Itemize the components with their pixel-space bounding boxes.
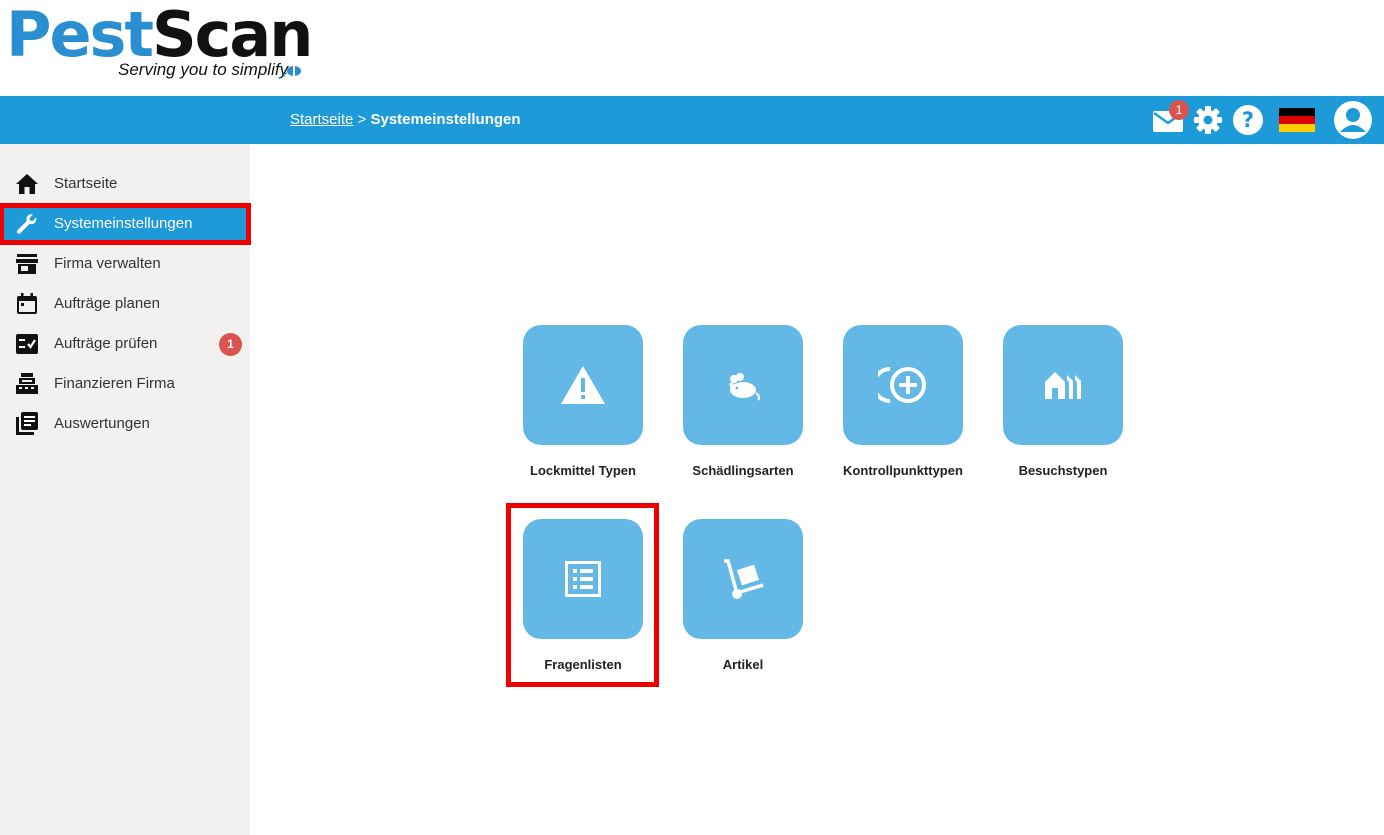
calendar-icon (14, 292, 40, 316)
logo-tagline: Serving you to simplify (118, 60, 289, 79)
logo-bug-icon (283, 66, 301, 78)
tile-icon-box (523, 519, 643, 639)
hand-truck-icon (724, 559, 764, 599)
help-icon: ? (1233, 105, 1263, 135)
user-avatar-icon (1334, 101, 1372, 139)
sidebar-item-startseite[interactable]: Startseite (0, 164, 250, 204)
sidebar-item-auftraege-planen[interactable]: Aufträge planen (0, 284, 250, 324)
sidebar-item-firma-verwalten[interactable]: Firma verwalten (0, 244, 250, 284)
sidebar-item-finanzieren-firma[interactable]: Finanzieren Firma (0, 364, 250, 404)
user-menu-button[interactable] (1330, 96, 1376, 144)
mouse-icon (729, 373, 761, 401)
tile-label: Artikel (722, 657, 764, 672)
logo-wordmark: PestScan (6, 2, 313, 68)
tile-icon-box (1003, 325, 1123, 445)
houses-icon (1045, 372, 1081, 399)
mail-badge: 1 (1169, 100, 1189, 120)
cash-register-icon (14, 372, 40, 396)
sidebar: Startseite Systemeinstellungen Firma ver… (0, 144, 251, 835)
warning-icon (561, 366, 605, 404)
tile-label: Besuchstypen (1018, 463, 1108, 478)
store-icon (14, 252, 40, 276)
sidebar-item-label: Aufträge planen (54, 295, 160, 312)
breadcrumb-home-link[interactable]: Startseite (290, 111, 353, 128)
sidebar-item-label: Aufträge prüfen (54, 335, 158, 352)
wrench-icon (14, 212, 40, 236)
help-button[interactable]: ? (1230, 96, 1266, 144)
top-bar: Startseite > Systemeinstellungen 1 ? (0, 96, 1384, 144)
tile-icon-box (843, 325, 963, 445)
sidebar-item-label: Auswertungen (54, 415, 150, 432)
breadcrumb: Startseite > Systemeinstellungen (290, 111, 521, 128)
notification-badge: 1 (219, 333, 242, 356)
tile-icon-box (683, 519, 803, 639)
tile-icon-box (683, 325, 803, 445)
sidebar-item-label: Finanzieren Firma (54, 375, 175, 392)
home-icon (14, 172, 40, 196)
gear-icon (1194, 106, 1222, 134)
sidebar-item-systemeinstellungen[interactable]: Systemeinstellungen (0, 203, 251, 245)
mail-button[interactable]: 1 (1150, 96, 1189, 144)
pestscan-logo[interactable]: PestScan Serving you to simplify (6, 2, 313, 82)
sidebar-item-auswertungen[interactable]: Auswertungen (0, 404, 250, 444)
add-circle-icon (878, 367, 926, 403)
svg-text:?: ? (1242, 108, 1254, 132)
breadcrumb-separator: > (357, 111, 367, 128)
tile-icon-box (523, 325, 643, 445)
language-button[interactable] (1278, 96, 1316, 144)
settings-button[interactable] (1190, 96, 1226, 144)
sidebar-item-label: Firma verwalten (54, 255, 161, 272)
german-flag-icon (1279, 108, 1315, 132)
list-icon (565, 561, 601, 597)
breadcrumb-current: Systemeinstellungen (370, 111, 521, 128)
header: PestScan Serving you to simplify (0, 0, 1384, 96)
library-icon (14, 412, 40, 436)
sidebar-item-auftraege-pruefen[interactable]: Aufträge prüfen 1 (0, 324, 250, 364)
sidebar-item-label: Systemeinstellungen (54, 215, 193, 232)
sidebar-item-label: Startseite (54, 175, 118, 192)
checklist-icon (14, 332, 40, 356)
